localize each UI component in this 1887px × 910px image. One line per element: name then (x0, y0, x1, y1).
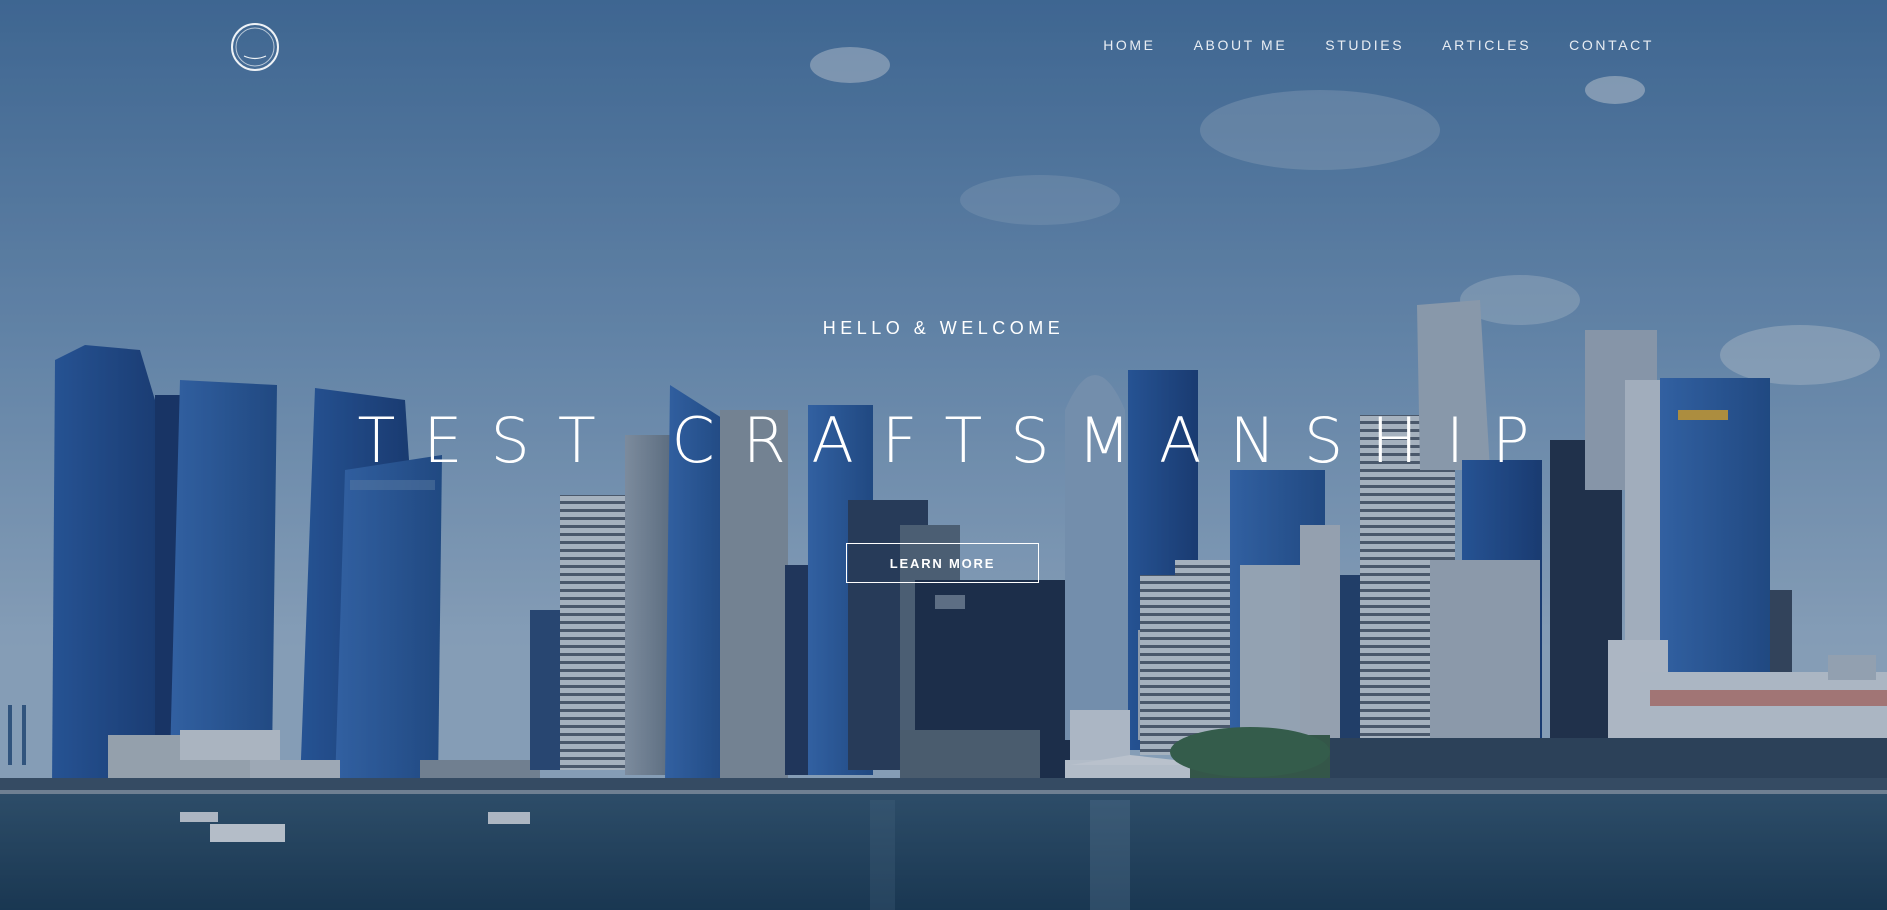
nav-studies[interactable]: STUDIES (1325, 37, 1404, 53)
learn-more-button[interactable]: LEARN MORE (846, 543, 1039, 583)
nav-home[interactable]: HOME (1103, 37, 1155, 53)
nav-about-me[interactable]: ABOUT ME (1194, 37, 1288, 53)
hero-eyebrow: HELLO & WELCOME (822, 318, 1065, 338)
hero-section: HOME ABOUT ME STUDIES ARTICLES CONTACT H… (0, 0, 1887, 910)
nav-contact[interactable]: CONTACT (1569, 37, 1654, 53)
nav-articles[interactable]: ARTICLES (1442, 37, 1531, 53)
main-navigation: HOME ABOUT ME STUDIES ARTICLES CONTACT (1103, 37, 1654, 53)
site-logo[interactable] (230, 22, 280, 72)
logo-badge-icon (231, 23, 279, 71)
hero-title: TEST CRAFTSMANSHIP (357, 404, 1558, 477)
